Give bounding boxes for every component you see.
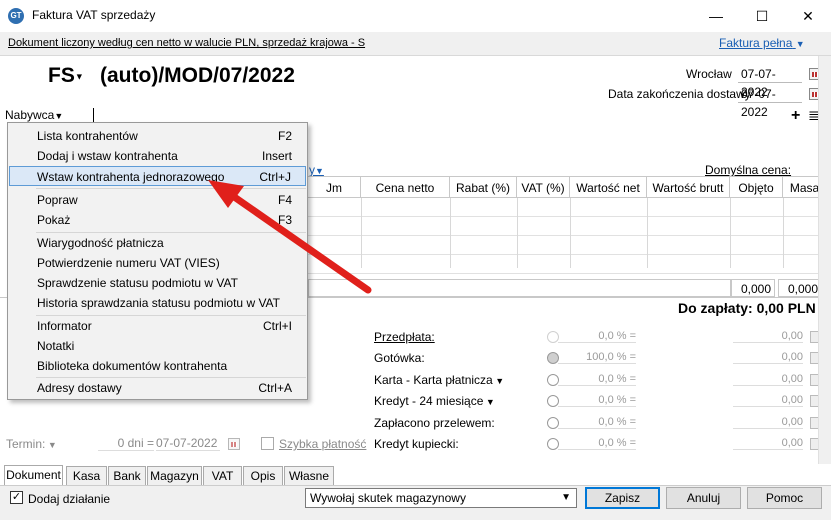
annotation-arrow-icon bbox=[208, 180, 372, 294]
